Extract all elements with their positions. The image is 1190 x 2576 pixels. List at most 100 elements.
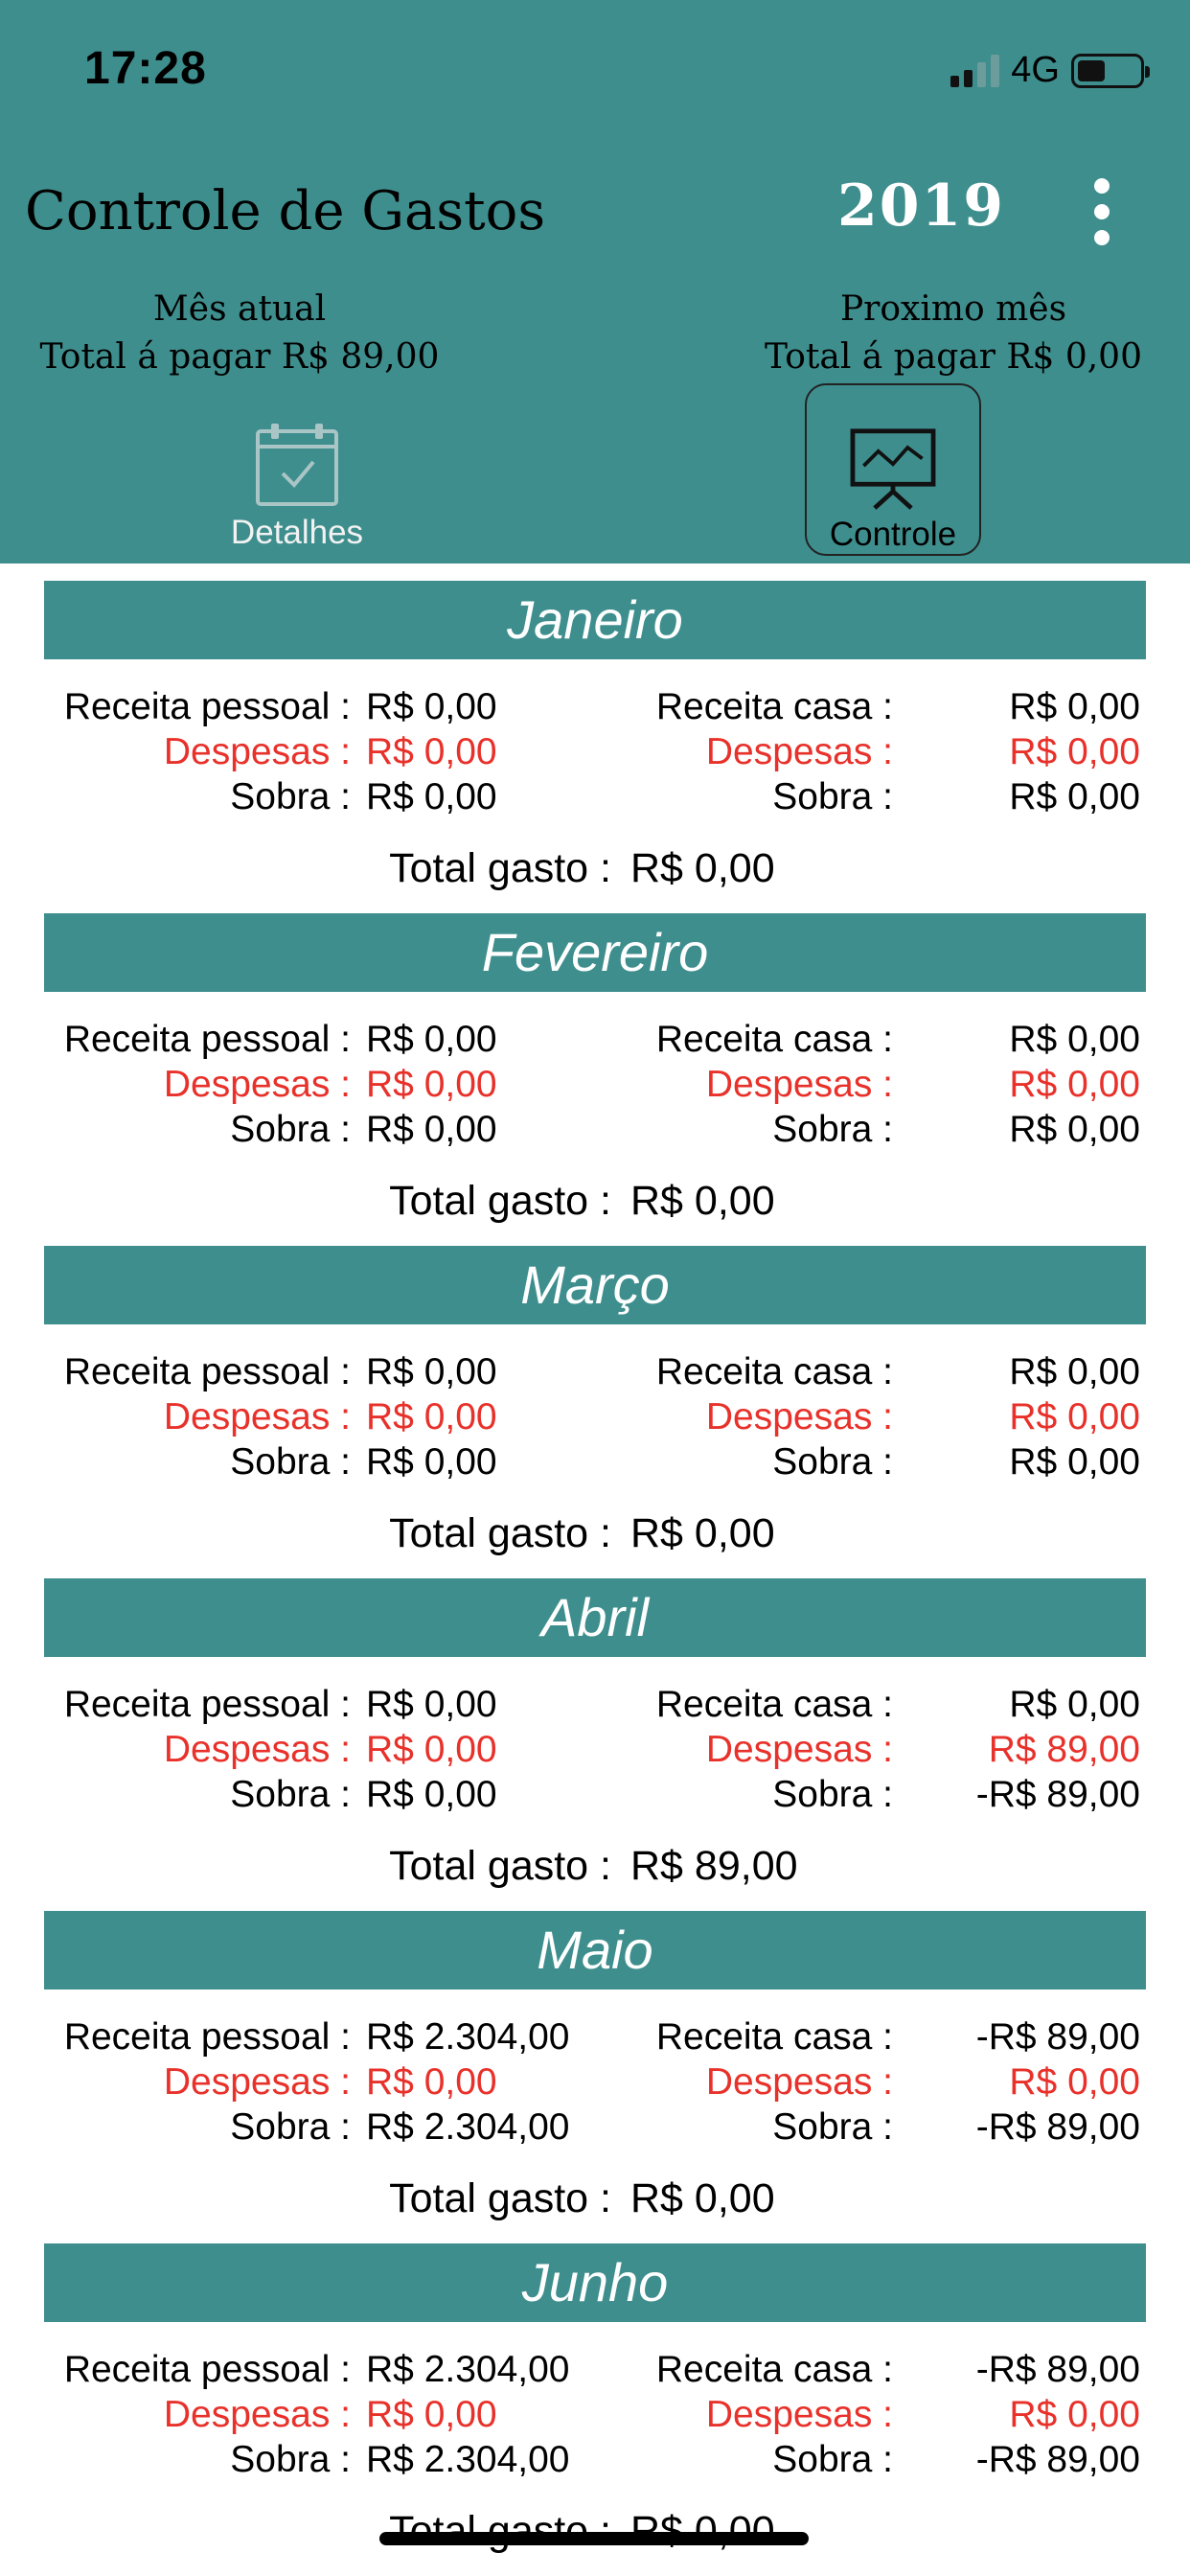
sobra-pessoal-value: R$ 0,00 [366,776,497,817]
despesas-casa-label: Despesas : [705,1064,893,1105]
current-total-value: R$ 89,00 [281,337,440,377]
receita-casa-value: R$ 0,00 [1009,1684,1140,1725]
next-month-label: Proximo mês [839,289,1067,329]
despesas-casa-label: Despesas : [705,731,893,772]
receita-casa-label: Receita casa : [655,1684,893,1725]
total-gasto-value: R$ 0,00 [630,2175,775,2221]
tab-control-label: Controle [829,516,957,553]
total-gasto-value: R$ 0,00 [630,845,775,891]
receita-casa-value: R$ 0,00 [1009,686,1140,727]
despesas-casa-value: R$ 0,00 [1009,1064,1140,1105]
next-month-total: Total á pagar R$ 0,00 [747,334,1159,381]
month-header: Junho [44,2243,1146,2322]
sobra-pessoal-value: R$ 0,00 [366,1109,497,1150]
tab-details-label: Detalhes [230,514,364,551]
despesas-pessoal-value: R$ 0,00 [366,2394,497,2435]
next-total-label: Total á pagar [765,337,995,377]
month-card: Março Receita pessoal : R$ 0,00 Receita … [0,1229,1190,1562]
despesas-pessoal-value: R$ 0,00 [366,1729,497,1770]
despesas-row: Despesas : R$ 0,00 Despesas : R$ 0,00 [0,731,1190,777]
total-gasto-label: Total gasto : [389,1510,611,1556]
next-total-value: R$ 0,00 [1006,337,1142,377]
receita-casa-label: Receita casa : [655,1019,893,1060]
despesas-pessoal-label: Despesas : [163,1729,351,1770]
sobra-pessoal-value: R$ 2.304,00 [366,2106,570,2148]
month-card: Maio Receita pessoal : R$ 2.304,00 Recei… [0,1894,1190,2227]
despesas-pessoal-label: Despesas : [163,731,351,772]
receita-row: Receita pessoal : R$ 0,00 Receita casa :… [0,1684,1190,1730]
despesas-pessoal-value: R$ 0,00 [366,731,497,772]
home-indicator[interactable] [379,2532,809,2545]
month-card: Fevereiro Receita pessoal : R$ 0,00 Rece… [0,896,1190,1230]
despesas-casa-value: R$ 0,00 [1009,2394,1140,2435]
despesas-casa-label: Despesas : [705,2061,893,2103]
despesas-pessoal-label: Despesas : [163,2394,351,2435]
next-month-summary: Proximo mês Total á pagar R$ 0,00 [747,286,1159,381]
despesas-pessoal-label: Despesas : [163,1396,351,1438]
receita-casa-label: Receita casa : [655,2016,893,2058]
despesas-pessoal-value: R$ 0,00 [366,2061,497,2103]
network-type: 4G [1011,50,1060,90]
sobra-row: Sobra : R$ 2.304,00 Sobra : -R$ 89,00 [0,2439,1190,2485]
receita-pessoal-value: R$ 0,00 [366,1351,497,1392]
despesas-row: Despesas : R$ 0,00 Despesas : R$ 0,00 [0,2394,1190,2440]
despesas-casa-value: R$ 89,00 [988,1729,1140,1770]
despesas-row: Despesas : R$ 0,00 Despesas : R$ 0,00 [0,2061,1190,2107]
sobra-pessoal-value: R$ 0,00 [366,1774,497,1815]
receita-pessoal-label: Receita pessoal : [63,2349,351,2390]
despesas-pessoal-value: R$ 0,00 [366,1064,497,1105]
despesas-casa-value: R$ 0,00 [1009,731,1140,772]
despesas-pessoal-label: Despesas : [163,2061,351,2103]
despesas-row: Despesas : R$ 0,00 Despesas : R$ 0,00 [0,1396,1190,1442]
sobra-row: Sobra : R$ 2.304,00 Sobra : -R$ 89,00 [0,2106,1190,2152]
sobra-pessoal-label: Sobra : [230,2439,351,2480]
sobra-pessoal-value: R$ 2.304,00 [366,2439,570,2480]
total-gasto-label: Total gasto : [389,1843,611,1889]
despesas-row: Despesas : R$ 0,00 Despesas : R$ 0,00 [0,1064,1190,1110]
sobra-casa-value: -R$ 89,00 [975,1774,1140,1815]
sobra-casa-label: Sobra : [772,776,893,817]
sobra-casa-value: R$ 0,00 [1009,1441,1140,1483]
receita-casa-value: -R$ 89,00 [975,2349,1140,2390]
sobra-row: Sobra : R$ 0,00 Sobra : R$ 0,00 [0,1109,1190,1155]
despesas-casa-label: Despesas : [705,1396,893,1438]
receita-casa-value: R$ 0,00 [1009,1351,1140,1392]
receita-pessoal-label: Receita pessoal : [63,1019,351,1060]
sobra-row: Sobra : R$ 0,00 Sobra : -R$ 89,00 [0,1774,1190,1820]
sobra-casa-value: -R$ 89,00 [975,2106,1140,2148]
app-header: 17:28 4G Controle de Gastos 2019 Mês atu… [0,0,1190,564]
receita-row: Receita pessoal : R$ 0,00 Receita casa :… [0,1351,1190,1397]
receita-pessoal-label: Receita pessoal : [63,2016,351,2058]
tab-details[interactable]: Detalhes [209,383,385,556]
current-month-total: Total á pagar R$ 89,00 [38,334,441,381]
month-header: Maio [44,1911,1146,1990]
total-gasto-label: Total gasto : [389,1178,611,1224]
month-card: Abril Receita pessoal : R$ 0,00 Receita … [0,1561,1190,1895]
total-gasto-value: R$ 0,00 [630,1178,775,1224]
despesas-casa-value: R$ 0,00 [1009,2061,1140,2103]
despesas-casa-value: R$ 0,00 [1009,1396,1140,1438]
despesas-casa-label: Despesas : [705,2394,893,2435]
year-selector[interactable]: 2019 [837,172,1005,240]
tab-control[interactable]: Controle [805,383,981,556]
sobra-row: Sobra : R$ 0,00 Sobra : R$ 0,00 [0,1441,1190,1487]
more-vertical-icon[interactable] [1088,178,1115,245]
despesas-pessoal-value: R$ 0,00 [366,1396,497,1438]
total-gasto-value: R$ 0,00 [630,1510,775,1556]
receita-casa-label: Receita casa : [655,686,893,727]
month-card: Janeiro Receita pessoal : R$ 0,00 Receit… [0,564,1190,897]
receita-pessoal-label: Receita pessoal : [63,1351,351,1392]
month-header: Fevereiro [44,913,1146,992]
receita-row: Receita pessoal : R$ 0,00 Receita casa :… [0,686,1190,732]
current-total-label: Total á pagar [39,337,271,377]
status-time: 17:28 [84,43,207,94]
months-list[interactable]: Janeiro Receita pessoal : R$ 0,00 Receit… [0,564,1190,2576]
total-gasto-value: R$ 89,00 [630,1843,798,1889]
sobra-row: Sobra : R$ 0,00 Sobra : R$ 0,00 [0,776,1190,822]
sobra-casa-label: Sobra : [772,1774,893,1815]
sobra-pessoal-label: Sobra : [230,1441,351,1483]
status-indicators: 4G [950,50,1150,91]
receita-pessoal-value: R$ 2.304,00 [366,2349,570,2390]
battery-icon [1071,53,1150,88]
month-header: Janeiro [44,581,1146,659]
